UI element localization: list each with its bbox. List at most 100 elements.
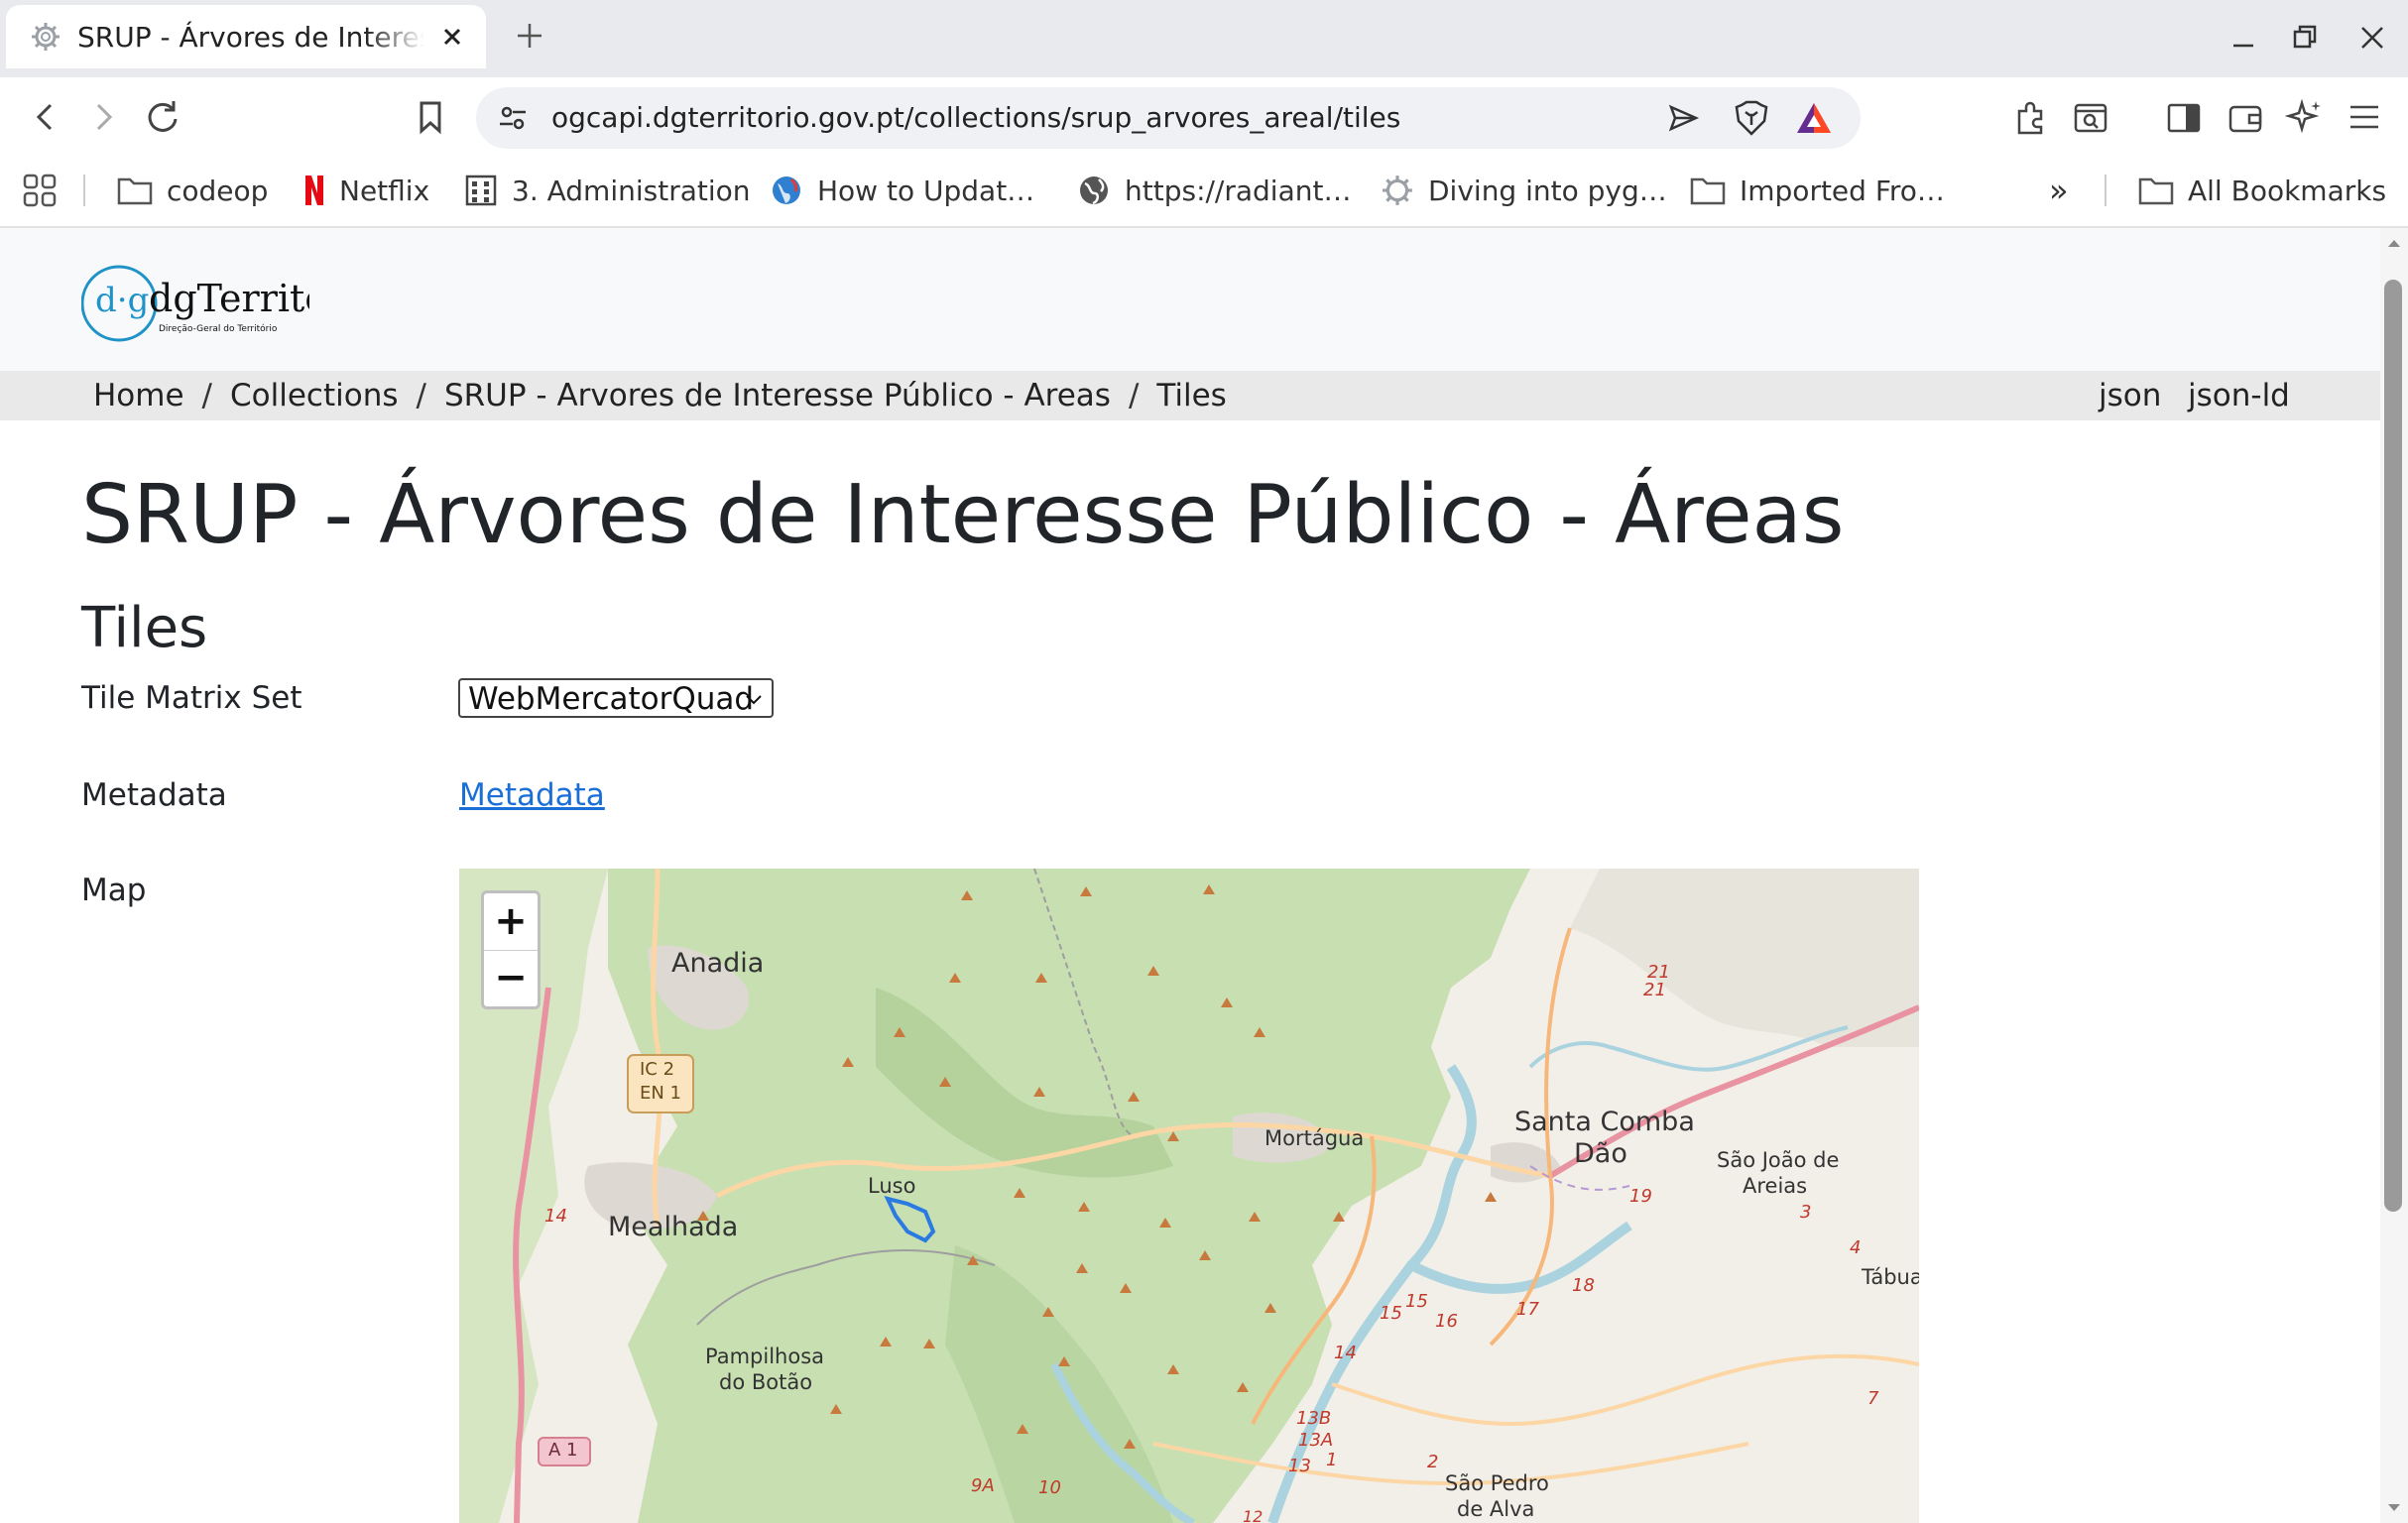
road-number: 9A [971, 1475, 995, 1496]
road-number: 7 [1867, 1388, 1879, 1409]
address-bar[interactable]: ogcapi.dgterritorio.gov.pt/collections/s… [476, 87, 1861, 149]
tile-matrix-select[interactable]: WebMercatorQuad [458, 678, 774, 718]
breadcrumb-collection[interactable]: SRUP - Arvores de Interesse Público - Ar… [444, 378, 1111, 413]
browser-tab[interactable]: SRUP - Árvores de Interesse Público - Ár… [6, 5, 486, 68]
bookmark-how-to-update[interactable]: How to Updat… [770, 169, 1034, 212]
road-number: 17 [1516, 1299, 1539, 1320]
bookmark-label: codeop [167, 174, 269, 207]
page-scrollbar[interactable] [2380, 228, 2408, 1523]
road-number: 2 [1427, 1452, 1439, 1472]
road-number: 13 [1288, 1456, 1311, 1476]
bookmarks-divider [2105, 175, 2107, 206]
bookmark-netflix[interactable]: Netflix [303, 169, 429, 212]
send-icon[interactable] [1666, 101, 1700, 135]
zoom-in-button[interactable]: + [484, 893, 538, 951]
new-tab-plus-icon[interactable] [512, 18, 547, 54]
road-number: 10 [1038, 1477, 1061, 1498]
scroll-up-arrow-icon[interactable] [2386, 236, 2402, 250]
road-number: 15 [1380, 1303, 1402, 1324]
tile-map[interactable]: Anadia Mealhada Luso Mortágua Santa Comb… [459, 869, 1919, 1523]
folder-icon [1690, 177, 1726, 205]
bookmark-label: Diving into pyg… [1428, 174, 1667, 207]
folder-icon [2138, 177, 2174, 205]
page-title: SRUP - Árvores de Interesse Público - Ár… [81, 468, 1845, 562]
map-label-sao-joao: São João de [1717, 1148, 1840, 1172]
tab-close-icon[interactable] [436, 19, 468, 55]
logo-subtext: Direção-Geral do Território [159, 323, 278, 334]
url-text[interactable]: ogcapi.dgterritorio.gov.pt/collections/s… [551, 100, 1400, 136]
road-shield-ic2: IC 2 [640, 1059, 675, 1080]
tab-strip: SRUP - Árvores de Interesse Público - Ár… [0, 0, 2408, 77]
wallet-icon[interactable] [2226, 97, 2265, 137]
gear-icon [1383, 176, 1412, 205]
tile-matrix-label: Tile Matrix Set [81, 680, 302, 716]
breadcrumb-home[interactable]: Home [93, 378, 184, 413]
road-number: 21 [1643, 980, 1666, 1000]
all-bookmarks[interactable]: All Bookmarks [2138, 169, 2386, 212]
gear-favicon-icon [30, 21, 61, 53]
all-bookmarks-label: All Bookmarks [2188, 174, 2387, 207]
map-label-mealhada: Mealhada [608, 1212, 739, 1242]
metadata-link[interactable]: Metadata [459, 775, 605, 815]
road-number: 18 [1572, 1275, 1595, 1296]
site-settings-icon[interactable] [498, 103, 528, 133]
map-label: Map [81, 873, 147, 908]
bookmark-label: https://radiant… [1125, 174, 1352, 207]
bookmark-radiant[interactable]: https://radiant… [1077, 169, 1351, 212]
bookmark-label: Netflix [339, 174, 430, 207]
breadcrumb-collections[interactable]: Collections [230, 378, 399, 413]
dgterritorio-logo[interactable]: d·g dgTerritório Direção-Geral do Territ… [80, 260, 380, 345]
brave-rewards-icon[interactable] [1795, 99, 1833, 137]
scroll-down-arrow-icon[interactable] [2386, 1501, 2402, 1515]
restore-icon[interactable] [2285, 18, 2325, 58]
forward-icon[interactable] [81, 95, 125, 139]
map-label-pampilhosa: Pampilhosa [705, 1345, 825, 1368]
bookmark-diving-into-pygeoapi[interactable]: Diving into pyg… [1381, 169, 1667, 212]
road-shield-en1: EN 1 [640, 1083, 682, 1104]
scrollbar-thumb[interactable] [2384, 280, 2402, 1212]
tab-title: SRUP - Árvores de Interesse Público - Ár… [77, 21, 424, 55]
brave-shields-icon[interactable] [1734, 99, 1769, 137]
menu-icon[interactable] [2345, 97, 2384, 137]
map-label-luso: Luso [868, 1174, 916, 1198]
road-number: 14 [1334, 1343, 1357, 1363]
map-label-tabua: Tábua [1862, 1265, 1919, 1289]
more-bookmarks-chevron-icon[interactable]: » [2049, 169, 2069, 212]
bookmark-label: How to Updat… [817, 174, 1035, 207]
svg-text:d·g: d·g [95, 281, 149, 320]
road-shield-a1: A 1 [548, 1440, 578, 1461]
road-number: 13A [1298, 1430, 1334, 1451]
zoom-out-button[interactable]: − [484, 950, 538, 1006]
json-link[interactable]: json [2099, 377, 2161, 414]
bookmark-administration[interactable]: 3. Administration [464, 169, 751, 212]
globe-color-icon [773, 176, 800, 204]
bookmark-codeop[interactable]: codeop [117, 169, 268, 212]
road-number: 14 [544, 1206, 567, 1227]
breadcrumb-separator: / [201, 378, 212, 413]
map-label-mortagua: Mortágua [1264, 1126, 1365, 1150]
chevron-down-icon [744, 684, 764, 714]
minimize-icon[interactable] [2224, 18, 2263, 58]
metadata-label: Metadata [81, 777, 227, 813]
bookmark-imported-from[interactable]: Imported Fro… [1690, 169, 1945, 212]
web-page: d·g dgTerritório Direção-Geral do Territ… [0, 228, 2380, 1523]
bookmark-icon[interactable] [409, 95, 452, 139]
map-label-santa-comba: Santa Comba [1514, 1107, 1695, 1137]
building-icon [465, 175, 497, 206]
apps-grid-icon[interactable] [22, 169, 71, 212]
map-label-do-botao: do Botão [719, 1370, 813, 1394]
zoom-control: + − [481, 890, 541, 1009]
map-label-de-alva: de Alva [1457, 1497, 1535, 1521]
netflix-icon [305, 176, 323, 205]
breadcrumb-tiles[interactable]: Tiles [1156, 378, 1226, 413]
extensions-icon[interactable] [2011, 97, 2051, 137]
reader-mode-icon[interactable] [2071, 97, 2110, 137]
sidebar-icon[interactable] [2164, 97, 2204, 137]
browser-toolbar: ogcapi.dgterritorio.gov.pt/collections/s… [0, 77, 2408, 159]
back-icon[interactable] [24, 95, 67, 139]
reload-icon[interactable] [141, 95, 184, 139]
road-number: 4 [1850, 1237, 1862, 1258]
close-window-icon[interactable] [2352, 18, 2392, 58]
json-ld-link[interactable]: json-ld [2188, 377, 2290, 414]
leo-ai-icon[interactable] [2284, 97, 2325, 137]
